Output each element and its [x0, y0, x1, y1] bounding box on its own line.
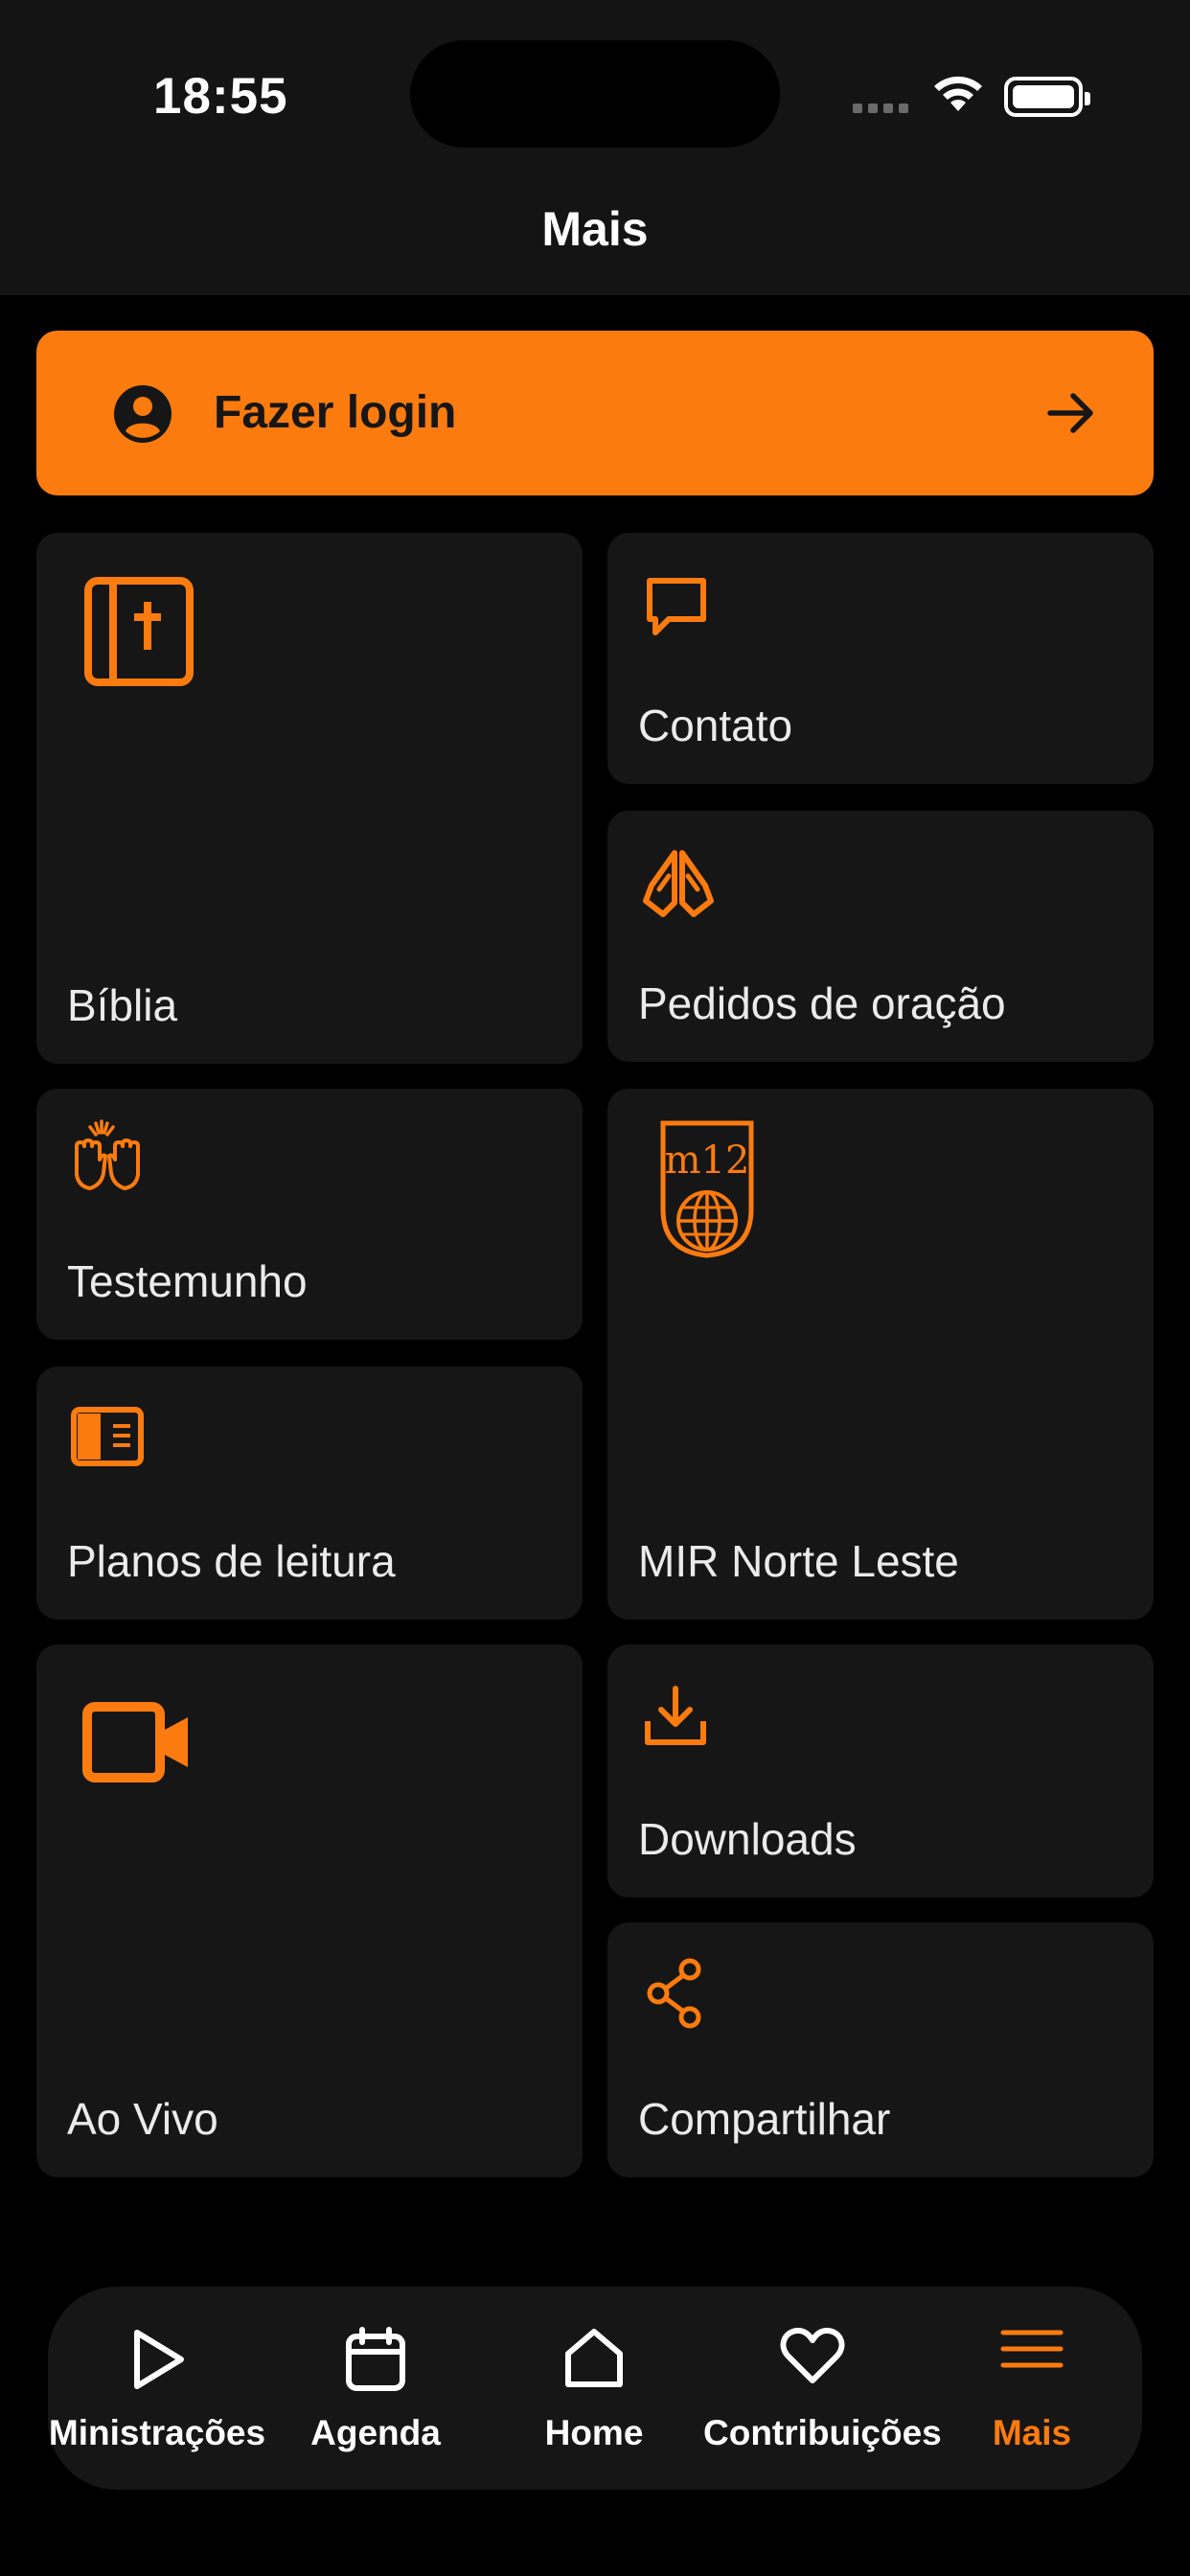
login-button[interactable]: Fazer login — [36, 331, 1154, 495]
card-ao-vivo[interactable]: Ao Vivo — [36, 1644, 583, 2177]
home-icon — [562, 2327, 626, 2395]
card-testemunho[interactable]: Testemunho — [36, 1089, 583, 1340]
screen: 18:55 Mais Fazer login Bíblia Contato Pe… — [0, 0, 1190, 2576]
wifi-icon — [929, 73, 987, 120]
nav-label: Agenda — [310, 2413, 441, 2452]
nav-label: Home — [544, 2413, 644, 2452]
nav-item-ministracoes[interactable]: Ministrações — [48, 2287, 266, 2490]
reading-plan-icon — [71, 1407, 144, 1466]
m12-logo-icon: m12 — [653, 1117, 761, 1259]
user-circle-icon — [113, 384, 172, 448]
arrow-right-icon — [1044, 386, 1098, 445]
bible-icon — [84, 577, 194, 686]
card-title: Testemunho — [67, 1256, 308, 1306]
nav-item-mais[interactable]: Mais — [922, 2287, 1142, 2490]
menu-icon — [1000, 2327, 1064, 2376]
nav-item-contribuicoes[interactable]: Contribuições — [703, 2287, 942, 2490]
page-title: Mais — [541, 202, 649, 256]
play-icon — [127, 2327, 187, 2397]
card-title: Planos de leitura — [67, 1536, 396, 1586]
card-contato[interactable]: Contato — [607, 533, 1154, 784]
card-title: Ao Vivo — [67, 2094, 218, 2144]
nav-item-home[interactable]: Home — [485, 2287, 703, 2490]
card-compartilhar[interactable]: Compartilhar — [607, 1922, 1154, 2177]
battery-icon — [1004, 77, 1090, 117]
heart-icon — [780, 2327, 845, 2391]
nav-label: Contribuições — [703, 2413, 942, 2452]
m12-logo-text: m12 — [665, 1138, 750, 1183]
bottom-nav: Ministrações Agenda Home Contribuições M… — [48, 2287, 1142, 2490]
card-title: Downloads — [638, 1814, 857, 1864]
chat-bubble-icon — [644, 575, 709, 640]
card-title: Contato — [638, 701, 793, 750]
login-label: Fazer login — [214, 387, 457, 438]
download-icon — [642, 1685, 709, 1748]
card-title: Compartilhar — [638, 2094, 891, 2144]
dynamic-island — [410, 40, 780, 148]
video-camera-icon — [82, 1702, 192, 1782]
card-title: Pedidos de oração — [638, 978, 1006, 1028]
cellular-signal-icon — [853, 104, 912, 115]
nav-label: Ministrações — [48, 2413, 266, 2452]
card-downloads[interactable]: Downloads — [607, 1644, 1154, 1898]
praying-hands-icon — [640, 847, 717, 920]
calendar-icon — [345, 2327, 406, 2397]
card-title: Bíblia — [67, 980, 178, 1030]
card-biblia[interactable]: Bíblia — [36, 533, 583, 1064]
nav-label: Mais — [992, 2413, 1072, 2452]
card-planos-de-leitura[interactable]: Planos de leitura — [36, 1367, 583, 1620]
share-icon — [646, 1957, 703, 2030]
card-mir-norte-leste[interactable]: m12 MIR Norte Leste — [607, 1089, 1154, 1620]
nav-item-agenda[interactable]: Agenda — [266, 2287, 485, 2490]
card-pedidos-de-oracao[interactable]: Pedidos de oração — [607, 811, 1154, 1062]
status-time: 18:55 — [153, 68, 288, 125]
card-title: MIR Norte Leste — [638, 1536, 959, 1586]
raised-hands-icon — [69, 1117, 146, 1196]
top-bar: 18:55 Mais — [0, 0, 1190, 295]
